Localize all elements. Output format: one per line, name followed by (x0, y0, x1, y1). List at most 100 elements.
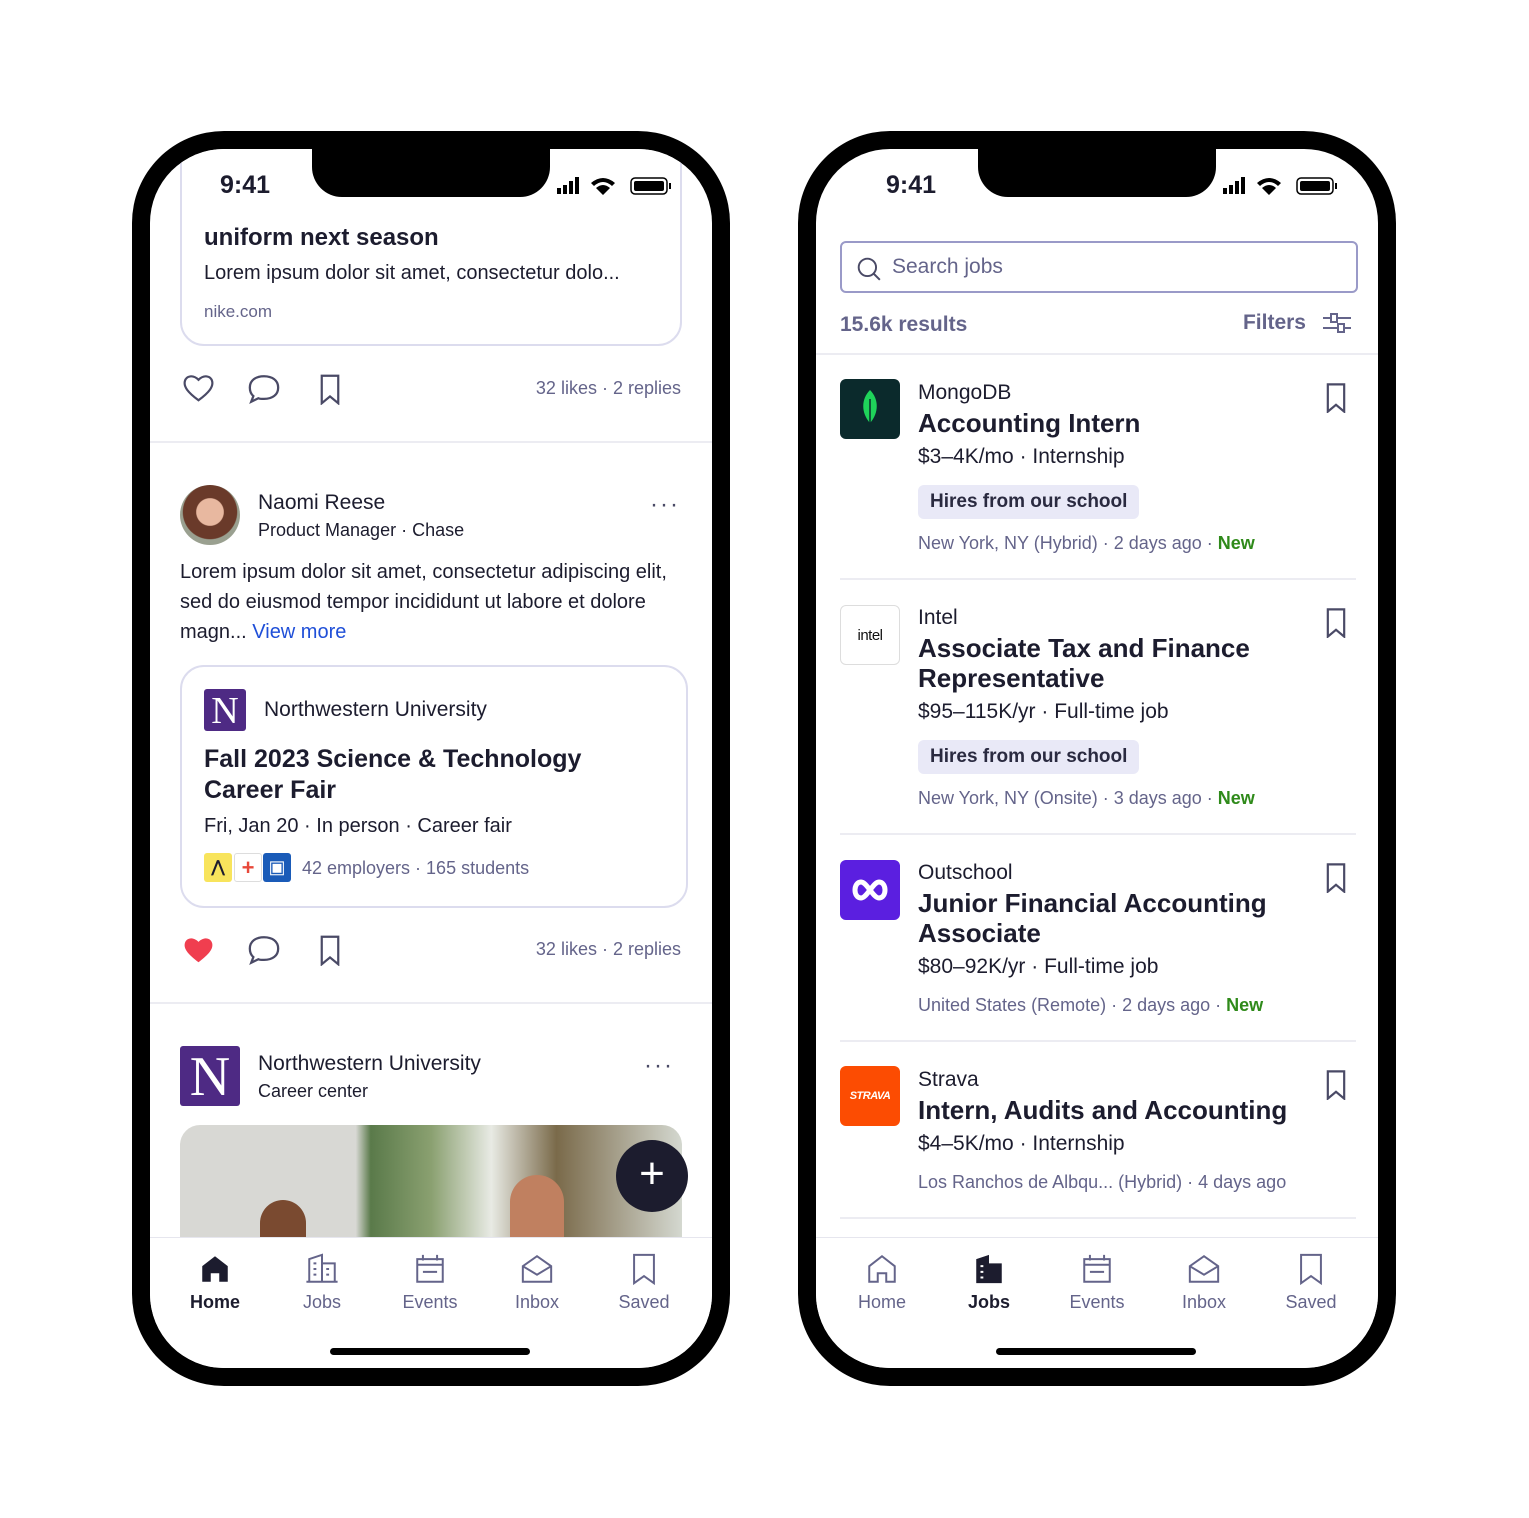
school-tag: Hires from our school (918, 740, 1140, 774)
job-meta-text: New York, NY (Onsite) · 3 days ago · (918, 788, 1218, 808)
link-title: uniform next season (204, 224, 439, 251)
filters-button[interactable]: Filters (1243, 311, 1352, 335)
nav-saved[interactable]: Saved (599, 1252, 689, 1313)
divider (816, 353, 1378, 355)
calendar-icon (416, 1254, 444, 1283)
nav-jobs[interactable]: Jobs (277, 1252, 367, 1313)
post-stats: 32 likes · 2 replies (535, 378, 681, 398)
nav-label: Home (857, 1292, 906, 1312)
notch (978, 149, 1216, 197)
strava-logo: STRAVA (840, 1066, 900, 1126)
post-author[interactable]: Northwestern University (258, 1052, 481, 1076)
divider (840, 1040, 1356, 1042)
bookmark-icon[interactable] (319, 374, 341, 405)
search-placeholder: Search jobs (892, 255, 1003, 278)
bookmark-icon[interactable] (1325, 863, 1347, 893)
filters-label: Filters (1242, 311, 1306, 334)
job-meta: New York, NY (Onsite) · 3 days ago · New (918, 788, 1255, 809)
jobs-icon (976, 1254, 1002, 1284)
new-badge: New (1217, 533, 1255, 553)
nav-home[interactable]: Home (837, 1252, 927, 1313)
divider (840, 1217, 1356, 1219)
event-details: Fri, Jan 20 · In person · Career fair (204, 815, 512, 837)
status-icons (1223, 177, 1337, 195)
employer-logo: ⋀ (204, 853, 232, 882)
post-stats: 32 likes · 2 replies (535, 939, 681, 959)
divider (150, 1002, 712, 1004)
inbox-icon (1188, 1255, 1220, 1283)
comment-icon[interactable] (247, 373, 281, 405)
job-company: Intel (918, 606, 958, 629)
avatar[interactable] (180, 485, 240, 545)
northwestern-logo[interactable]: N (180, 1046, 240, 1108)
job-meta-text: United States (Remote) · 2 days ago · (918, 995, 1227, 1015)
search-input[interactable]: Search jobs (840, 241, 1358, 293)
northwestern-logo: N (204, 689, 246, 732)
home-icon (202, 1256, 228, 1282)
comment-icon[interactable] (247, 934, 281, 966)
compose-fab-button[interactable]: + (616, 1140, 688, 1212)
nav-label: Events (1069, 1292, 1125, 1312)
results-count: 15.6k results (840, 313, 968, 336)
bookmark-icon[interactable] (1325, 608, 1347, 638)
divider (150, 441, 712, 443)
home-icon (868, 1254, 896, 1283)
job-pay: $3–4K/mo · Internship (918, 445, 1125, 468)
heart-filled-icon[interactable] (182, 935, 215, 965)
link-domain: nike.com (204, 302, 273, 321)
job-title: Accounting Intern (918, 408, 1141, 438)
job-pay: $95–115K/yr · Full-time job (918, 700, 1169, 723)
employer-logo: + (234, 853, 262, 882)
job-company: MongoDB (918, 381, 1012, 404)
status-time: 9:41 (220, 171, 271, 199)
jobs-icon (306, 1253, 338, 1283)
nav-label: Events (402, 1292, 458, 1312)
nav-label: Inbox (1181, 1292, 1227, 1312)
divider (840, 833, 1356, 835)
more-options-icon[interactable]: ··· (650, 491, 680, 519)
nav-label: Saved (1285, 1292, 1337, 1312)
job-meta-text: New York, NY (Hybrid) · 2 days ago · (918, 533, 1218, 553)
bookmark-icon[interactable] (319, 935, 341, 966)
nav-events[interactable]: Events (1052, 1252, 1142, 1313)
nav-inbox[interactable]: Inbox (492, 1252, 582, 1313)
phone-jobs: Search jobs 15.6k results Filters MongoD… (798, 131, 1396, 1386)
home-indicator (330, 1348, 530, 1355)
bookmark-icon[interactable] (1325, 383, 1347, 413)
post-author[interactable]: Naomi Reese (258, 491, 385, 515)
sliders-icon (1323, 313, 1351, 333)
job-title: Intern, Audits and Accounting (918, 1095, 1288, 1125)
employer-logo: ▣ (263, 853, 291, 882)
event-card[interactable]: N Northwestern University Fall 2023 Scie… (180, 665, 688, 908)
job-title: Associate Tax and Finance Representative (918, 633, 1250, 693)
jobs-screen: Search jobs 15.6k results Filters MongoD… (816, 149, 1378, 1368)
nav-events[interactable]: Events (385, 1252, 475, 1313)
inbox-icon (521, 1255, 553, 1283)
job-title: Junior Financial Accounting Associate (918, 888, 1267, 948)
calendar-icon (1083, 1254, 1111, 1283)
heart-icon[interactable] (182, 373, 215, 403)
nav-saved[interactable]: Saved (1266, 1252, 1356, 1313)
job-meta: Los Ranchos de Albqu... (Hybrid) · 4 day… (918, 1172, 1287, 1192)
nav-inbox[interactable]: Inbox (1159, 1252, 1249, 1313)
nav-home[interactable]: Home (170, 1252, 260, 1313)
nav-label: Jobs (302, 1292, 342, 1312)
bookmark-icon[interactable] (1325, 1070, 1347, 1100)
nav-label: Home (189, 1292, 240, 1312)
more-options-icon[interactable]: ··· (644, 1052, 674, 1080)
nav-jobs[interactable]: Jobs (944, 1252, 1034, 1313)
bookmark-icon (633, 1253, 655, 1286)
intel-logo: intel (840, 605, 900, 665)
post-subtitle: Product Manager · Chase (258, 520, 465, 540)
job-pay: $4–5K/mo · Internship (918, 1132, 1125, 1155)
notch (312, 149, 550, 197)
search-icon (857, 257, 881, 281)
bookmark-icon (1300, 1253, 1322, 1286)
link-text: Lorem ipsum dolor sit amet, consectetur … (204, 262, 620, 284)
outschool-logo (840, 860, 900, 920)
view-more-link[interactable]: View more (252, 621, 346, 643)
nav-label: Jobs (967, 1292, 1010, 1312)
status-time: 9:41 (886, 171, 937, 199)
job-meta: New York, NY (Hybrid) · 2 days ago · New (918, 533, 1255, 554)
post-image[interactable] (180, 1125, 682, 1260)
